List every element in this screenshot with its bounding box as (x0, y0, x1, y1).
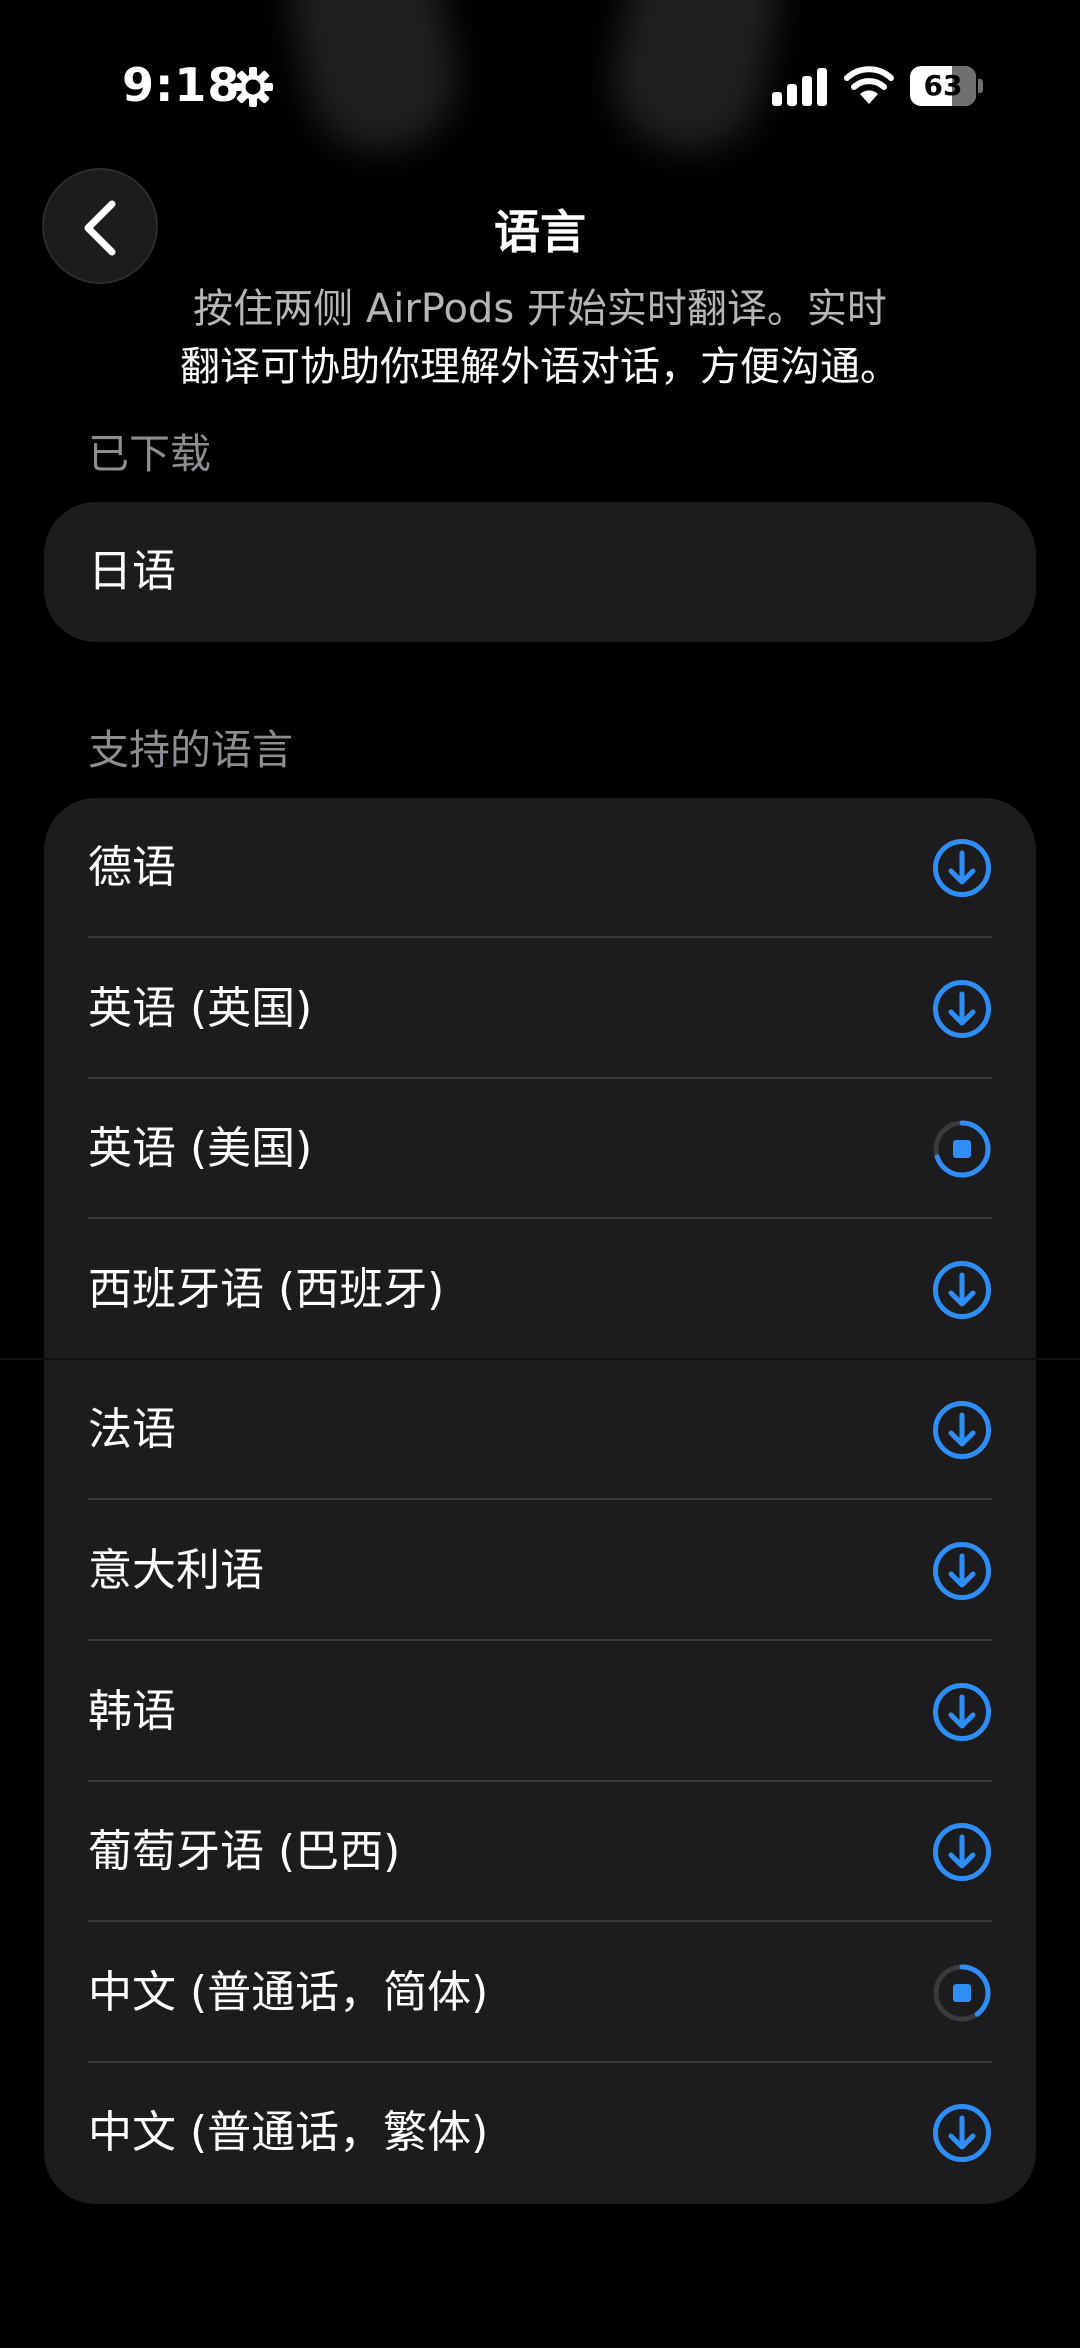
download-icon[interactable] (932, 1541, 992, 1601)
language-settings-screen: 9:18 63 语言 按住两侧 AirPods 开始实时翻译。实时 翻译可协助你… (0, 0, 1080, 2348)
downloaded-section-header: 已下载 (88, 430, 211, 478)
language-row[interactable]: 英语 (美国) (44, 1079, 1036, 1219)
divider (0, 1358, 1080, 1360)
language-label: 中文 (普通话，繁体) (88, 2107, 489, 2158)
download-icon[interactable] (932, 979, 992, 1039)
row-divider (88, 936, 992, 938)
downloaded-languages-list: 日语 (44, 502, 1036, 642)
language-label: 英语 (英国) (88, 983, 313, 1034)
download-icon[interactable] (932, 1822, 992, 1882)
downloaded-language-row[interactable]: 日语 (44, 502, 1036, 642)
description-text: 按住两侧 AirPods 开始实时翻译。实时 翻译可协助你理解外语对话，方便沟通… (100, 280, 980, 396)
stop-download-icon[interactable] (932, 1963, 992, 2023)
language-label: 中文 (普通话，简体) (88, 1967, 489, 2018)
status-time: 9:18 (122, 58, 241, 112)
row-divider (88, 1920, 992, 1922)
language-label: 葡萄牙语 (巴西) (88, 1826, 401, 1877)
download-icon[interactable] (932, 1682, 992, 1742)
row-divider (88, 1498, 992, 1500)
row-divider (88, 1217, 992, 1219)
language-label: 韩语 (88, 1686, 176, 1737)
language-label: 日语 (88, 546, 176, 597)
language-label: 德语 (88, 842, 176, 893)
status-bar: 9:18 63 (0, 0, 1080, 170)
language-label: 法语 (88, 1404, 176, 1455)
row-divider (88, 1639, 992, 1641)
gear-icon (232, 66, 274, 108)
language-label: 西班牙语 (西班牙) (88, 1264, 445, 1315)
download-icon[interactable] (932, 2103, 992, 2163)
language-row[interactable]: 中文 (普通话，简体) (44, 1923, 1036, 2063)
battery-tip (978, 79, 983, 93)
description-line-2: 翻译可协助你理解外语对话，方便沟通。 (180, 344, 900, 390)
download-icon[interactable] (932, 838, 992, 898)
language-label: 英语 (美国) (88, 1123, 313, 1174)
language-row[interactable]: 葡萄牙语 (巴西) (44, 1782, 1036, 1922)
description-line-1: 按住两侧 AirPods 开始实时翻译。实时 (193, 286, 887, 332)
supported-languages-list: 德语英语 (英国) 英语 (美国) 西班牙语 (西班牙) 法语意大利语韩语葡萄牙语 (… (44, 798, 1036, 2204)
download-icon[interactable] (932, 1260, 992, 1320)
chevron-left-icon (84, 200, 116, 256)
language-row[interactable]: 西班牙语 (西班牙) (44, 1220, 1036, 1360)
stop-download-icon[interactable] (932, 1119, 992, 1179)
page-title: 语言 (494, 205, 586, 259)
battery-body: 63 (910, 66, 976, 106)
cellular-signal-icon (772, 66, 828, 108)
language-row[interactable]: 韩语 (44, 1642, 1036, 1782)
language-row[interactable]: 中文 (普通话，繁体) (44, 2063, 1036, 2203)
language-row[interactable]: 意大利语 (44, 1501, 1036, 1641)
language-row[interactable]: 德语 (44, 798, 1036, 938)
language-label: 意大利语 (88, 1545, 264, 1596)
download-icon[interactable] (932, 1400, 992, 1460)
back-button[interactable] (42, 168, 158, 284)
battery-icon: 63 (910, 66, 984, 106)
language-row[interactable]: 法语 (44, 1360, 1036, 1500)
wifi-icon (844, 64, 894, 106)
supported-section-header: 支持的语言 (88, 726, 293, 774)
battery-percentage: 63 (923, 69, 963, 102)
language-row[interactable]: 英语 (英国) (44, 939, 1036, 1079)
